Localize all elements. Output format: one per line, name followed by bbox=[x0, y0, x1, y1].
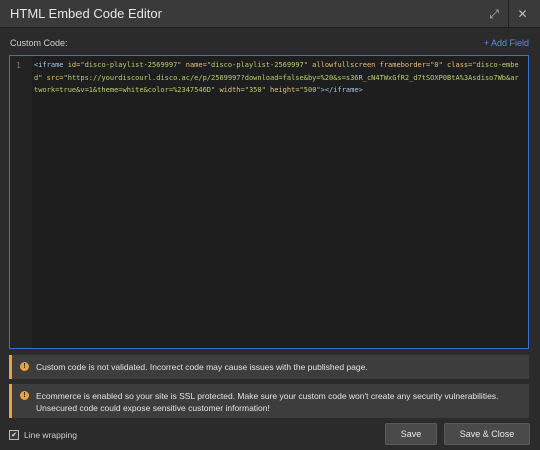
validation-notice: ! Custom code is not validated. Incorrec… bbox=[9, 355, 529, 379]
checkbox[interactable]: ✔ bbox=[9, 430, 19, 440]
code-token: ></iframe> bbox=[320, 86, 363, 94]
notice-text: Custom code is not validated. Incorrect … bbox=[36, 362, 368, 372]
code-token: src= bbox=[46, 73, 64, 82]
line-number: 1 bbox=[16, 61, 21, 70]
expand-icon[interactable]: ⤢ bbox=[480, 0, 508, 28]
code-token: name= bbox=[185, 61, 207, 69]
window-title: HTML Embed Code Editor bbox=[10, 6, 162, 21]
warning-icon: ! bbox=[20, 362, 29, 371]
code-token: width= bbox=[219, 86, 245, 94]
code-token: allowfullscreen frameborder= bbox=[312, 61, 431, 69]
code-token: "disco-playlist-2569997" bbox=[80, 61, 186, 69]
code-token: <iframe bbox=[34, 61, 68, 69]
code-token: "500" bbox=[299, 86, 321, 94]
save-close-button[interactable]: Save & Close bbox=[444, 423, 530, 445]
code-editor[interactable]: 1 <iframe id="disco-playlist-2569997" na… bbox=[9, 55, 529, 349]
code-token: "350" bbox=[244, 86, 271, 94]
line-gutter: 1 bbox=[10, 56, 32, 348]
code-content[interactable]: <iframe id="disco-playlist-2569997" name… bbox=[34, 59, 522, 97]
close-icon[interactable]: ✕ bbox=[508, 0, 536, 28]
warning-icon: ! bbox=[20, 391, 29, 400]
code-token: "disco-playlist-2569997" bbox=[206, 61, 313, 69]
code-token: class= bbox=[447, 61, 473, 69]
notice-text: Ecommerce is enabled so your site is SSL… bbox=[36, 391, 499, 413]
custom-code-label: Custom Code: bbox=[10, 38, 68, 48]
title-bar: HTML Embed Code Editor ⤢ ✕ bbox=[0, 0, 540, 28]
code-token: height= bbox=[270, 86, 300, 94]
ssl-notice: ! Ecommerce is enabled so your site is S… bbox=[9, 384, 529, 418]
save-button[interactable]: Save bbox=[385, 423, 437, 445]
code-token: "0" bbox=[430, 61, 448, 69]
add-field-link[interactable]: + Add Field bbox=[484, 38, 529, 48]
line-wrapping-toggle[interactable]: ✔ Line wrapping bbox=[9, 430, 77, 440]
line-wrapping-label: Line wrapping bbox=[24, 430, 77, 440]
code-token: id= bbox=[67, 61, 81, 69]
